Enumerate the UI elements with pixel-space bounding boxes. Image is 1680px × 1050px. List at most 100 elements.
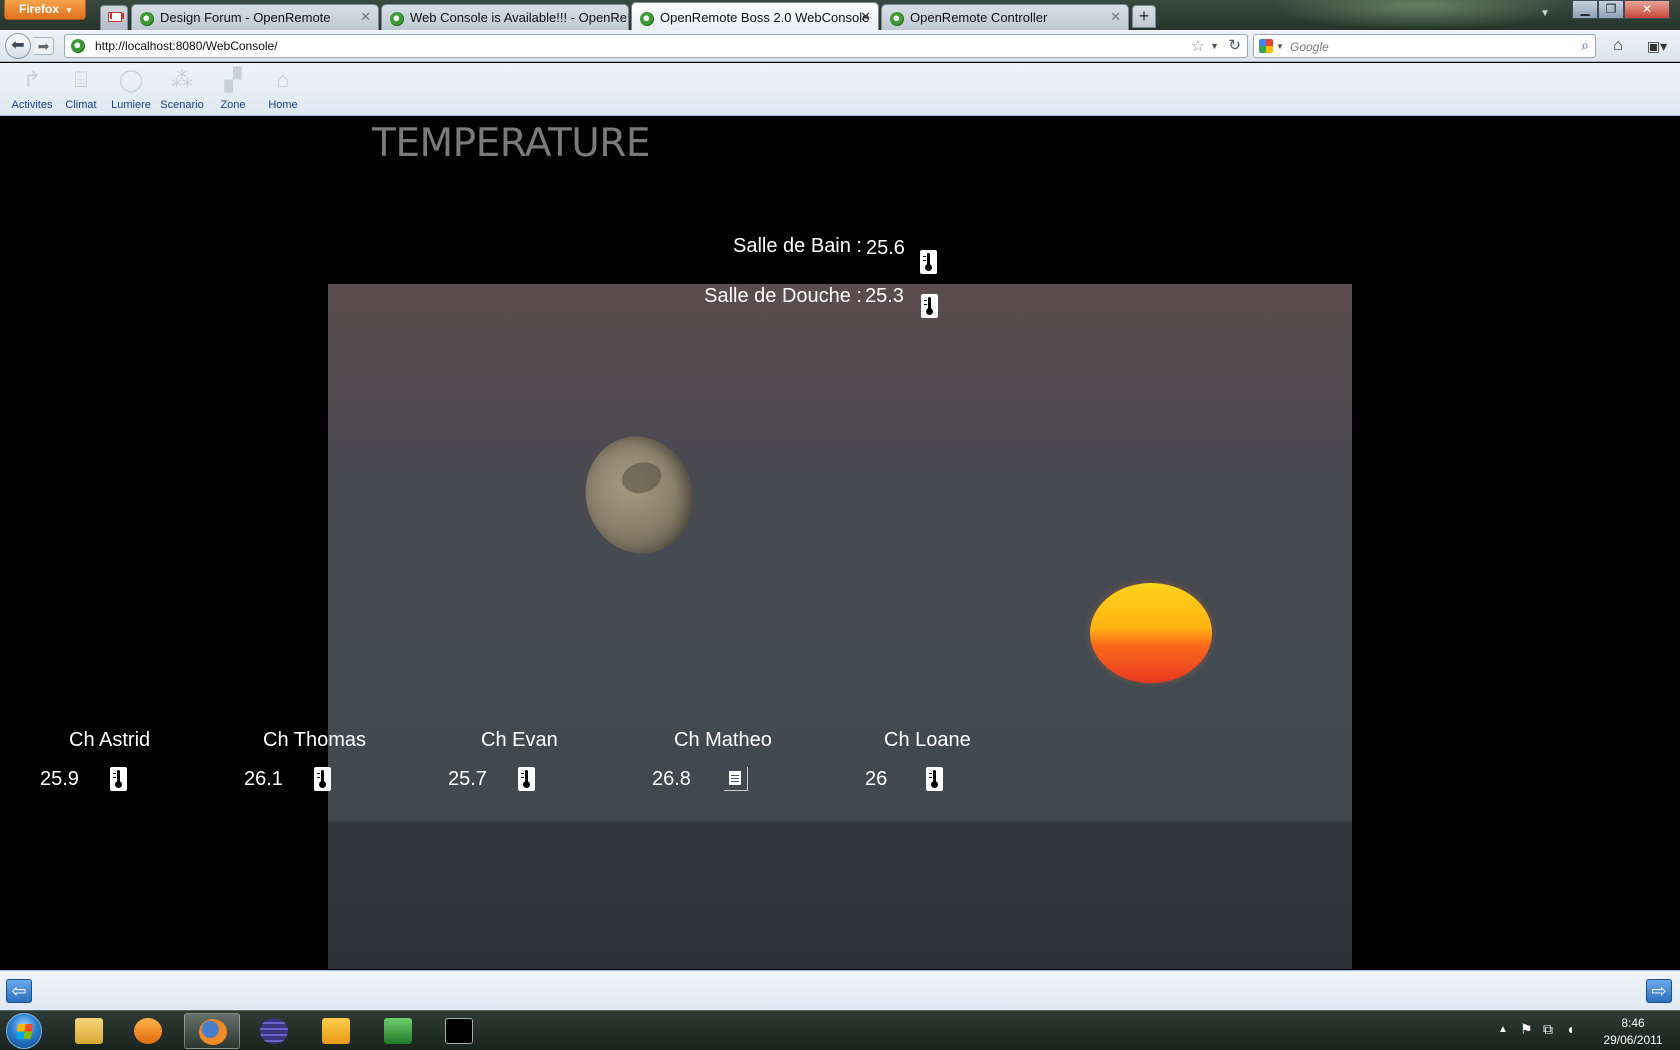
tab-list-chevron-icon[interactable]: ▼ bbox=[1540, 8, 1550, 19]
chevron-down-icon[interactable]: ▼ bbox=[1276, 42, 1284, 51]
sensor-value-salle-de-douche: 25.3 bbox=[865, 285, 904, 307]
search-bar[interactable]: ▼ Google ⌕ bbox=[1253, 34, 1596, 58]
gmail-app-tab[interactable] bbox=[100, 5, 128, 30]
sensor-value-salle-de-bain: 25.6 bbox=[866, 237, 905, 259]
toolbar-tab-lumiere[interactable]: ◯ Lumiere bbox=[107, 67, 155, 113]
new-tab-button[interactable]: + bbox=[1132, 5, 1156, 28]
previous-screen-button[interactable]: ⇦ bbox=[6, 979, 32, 1003]
toolbar-tab-label: Scenario bbox=[160, 99, 204, 111]
search-icon[interactable]: ⌕ bbox=[1581, 37, 1589, 54]
toolbar-tab-activites[interactable]: ↱ Activites bbox=[8, 67, 56, 113]
lumiere-icon: ◯ bbox=[118, 67, 144, 92]
room-label-ch-loane: Ch Loane bbox=[884, 729, 971, 751]
room-value-ch-matheo: 26.8 bbox=[652, 768, 691, 790]
gmail-icon bbox=[108, 12, 122, 22]
sun-image bbox=[1090, 583, 1212, 683]
forward-button[interactable]: ➡ bbox=[34, 37, 54, 55]
document-icon[interactable] bbox=[724, 767, 748, 791]
toolbar-tab-zone[interactable]: ▞ Zone bbox=[209, 67, 257, 113]
minimize-button[interactable]: ▁ bbox=[1572, 0, 1598, 19]
background-image bbox=[328, 284, 1352, 969]
back-button[interactable]: ⬅ bbox=[5, 33, 31, 59]
toolbar-tab-scenario[interactable]: ⁂ Scenario bbox=[158, 67, 206, 113]
browser-tab-web-console-available[interactable]: Web Console is Available!!! - OpenRe... bbox=[381, 4, 629, 30]
sensor-label-salle-de-bain: Salle de Bain : bbox=[733, 235, 862, 257]
close-icon[interactable]: ✕ bbox=[1110, 9, 1121, 25]
show-hidden-icons-icon[interactable]: ▲ bbox=[1498, 1024, 1508, 1035]
site-identity-icon bbox=[71, 39, 85, 53]
taskbar-outlook[interactable] bbox=[308, 1013, 364, 1049]
action-center-flag-icon[interactable]: ⚑ bbox=[1520, 1021, 1533, 1038]
browser-tab-design-forum[interactable]: Design Forum - OpenRemote ✕ bbox=[131, 4, 379, 30]
reload-icon[interactable]: ↻ bbox=[1228, 36, 1241, 54]
webconsole-toolbar: ↱ Activites ⌸ Climat ◯ Lumiere ⁂ Scenari… bbox=[0, 63, 1680, 116]
url-text[interactable]: http://localhost:8080/WebConsole/ bbox=[95, 39, 278, 53]
volume-icon[interactable]: ◖ bbox=[1566, 1021, 1574, 1037]
windows-taskbar: ▲ ⚑ ⧉ ◖ 8:46 29/06/2011 bbox=[0, 1010, 1680, 1050]
thermometer-icon[interactable] bbox=[314, 767, 331, 791]
taskbar-excel[interactable] bbox=[370, 1013, 426, 1049]
eclipse-icon bbox=[260, 1018, 288, 1044]
terminal-icon bbox=[445, 1018, 473, 1044]
room-label-ch-thomas: Ch Thomas bbox=[263, 729, 367, 751]
thermometer-icon[interactable] bbox=[926, 767, 943, 791]
home-icon: ⌂ bbox=[1613, 37, 1623, 54]
browser-navbar: ⬅ ➡ http://localhost:8080/WebConsole/ ☆ … bbox=[0, 30, 1680, 62]
media-player-icon bbox=[134, 1018, 162, 1044]
arrow-right-icon: ⇨ bbox=[1651, 981, 1667, 1001]
clock-time[interactable]: 8:46 bbox=[1598, 1016, 1668, 1030]
room-value-ch-astrid: 25.9 bbox=[40, 768, 79, 790]
taskbar-explorer[interactable] bbox=[61, 1013, 117, 1049]
room-label-ch-matheo: Ch Matheo bbox=[674, 729, 772, 751]
room-label-ch-astrid: Ch Astrid bbox=[69, 729, 151, 751]
arrow-left-icon: ⬅ bbox=[11, 37, 25, 54]
close-icon[interactable]: ✕ bbox=[860, 9, 871, 25]
firefox-menu-button[interactable]: Firefox ▼ bbox=[4, 0, 86, 20]
firefox-menu-label: Firefox bbox=[19, 2, 60, 16]
close-icon[interactable]: ✕ bbox=[360, 9, 371, 25]
tab-title: Design Forum - OpenRemote bbox=[160, 10, 331, 25]
toolbar-tab-home[interactable]: ⌂ Home bbox=[259, 67, 307, 113]
openremote-favicon-icon bbox=[390, 12, 404, 26]
openremote-favicon-icon bbox=[140, 12, 154, 26]
thermometer-icon[interactable] bbox=[518, 767, 535, 791]
bookmark-star-icon[interactable]: ☆ bbox=[1191, 36, 1205, 56]
room-value-ch-thomas: 26.1 bbox=[244, 768, 283, 790]
browser-tab-controller[interactable]: OpenRemote Controller ✕ bbox=[881, 4, 1129, 30]
thermometer-icon[interactable] bbox=[110, 767, 127, 791]
addon-bar-button[interactable]: ▣▾ bbox=[1640, 35, 1674, 57]
history-dropdown-icon[interactable]: ▼ bbox=[1210, 41, 1219, 51]
next-screen-button[interactable]: ⇨ bbox=[1646, 979, 1672, 1003]
toolbar-tab-label: Lumiere bbox=[111, 99, 151, 111]
page-title: TEMPERATURE bbox=[372, 121, 651, 166]
url-bar[interactable]: http://localhost:8080/WebConsole/ ☆ ▼ ↻ bbox=[64, 34, 1248, 58]
taskbar-eclipse[interactable] bbox=[246, 1013, 302, 1049]
search-input[interactable]: Google bbox=[1290, 40, 1329, 54]
tab-title: OpenRemote Boss 2.0 WebConsole bbox=[660, 10, 870, 25]
toolbar-tab-climat[interactable]: ⌸ Climat bbox=[57, 67, 105, 113]
screen-navigation-bar: ⇦ ⇨ bbox=[0, 970, 1680, 1010]
taskbar-media-player[interactable] bbox=[120, 1013, 176, 1049]
toolbar-tab-label: Zone bbox=[220, 99, 246, 111]
network-icon[interactable]: ⧉ bbox=[1543, 1021, 1553, 1038]
tab-title: Web Console is Available!!! - OpenRe... bbox=[410, 10, 629, 25]
thermometer-icon[interactable] bbox=[921, 294, 938, 318]
maximize-button[interactable]: ❐ bbox=[1598, 0, 1624, 19]
toolbar-tab-label: Climat bbox=[65, 99, 97, 111]
start-button[interactable] bbox=[6, 1013, 42, 1049]
taskbar-firefox[interactable] bbox=[184, 1013, 240, 1049]
home-button[interactable]: ⌂ bbox=[1605, 35, 1631, 57]
close-window-button[interactable]: ✕ bbox=[1624, 0, 1670, 19]
firefox-icon bbox=[199, 1019, 227, 1045]
google-icon[interactable] bbox=[1259, 39, 1273, 53]
thermometer-icon[interactable] bbox=[920, 250, 937, 274]
room-label-ch-evan: Ch Evan bbox=[481, 729, 558, 751]
home-icon: ⌂ bbox=[276, 67, 290, 92]
taskbar-command-prompt[interactable] bbox=[431, 1013, 487, 1049]
scenario-icon: ⁂ bbox=[171, 67, 193, 92]
browser-tab-webconsole[interactable]: OpenRemote Boss 2.0 WebConsole ✕ bbox=[631, 2, 879, 30]
arrow-left-icon: ⇦ bbox=[11, 981, 27, 1001]
toolbar-tab-label: Activites bbox=[11, 99, 53, 111]
clock-date[interactable]: 29/06/2011 bbox=[1596, 1033, 1670, 1047]
openremote-favicon-icon bbox=[890, 12, 904, 26]
